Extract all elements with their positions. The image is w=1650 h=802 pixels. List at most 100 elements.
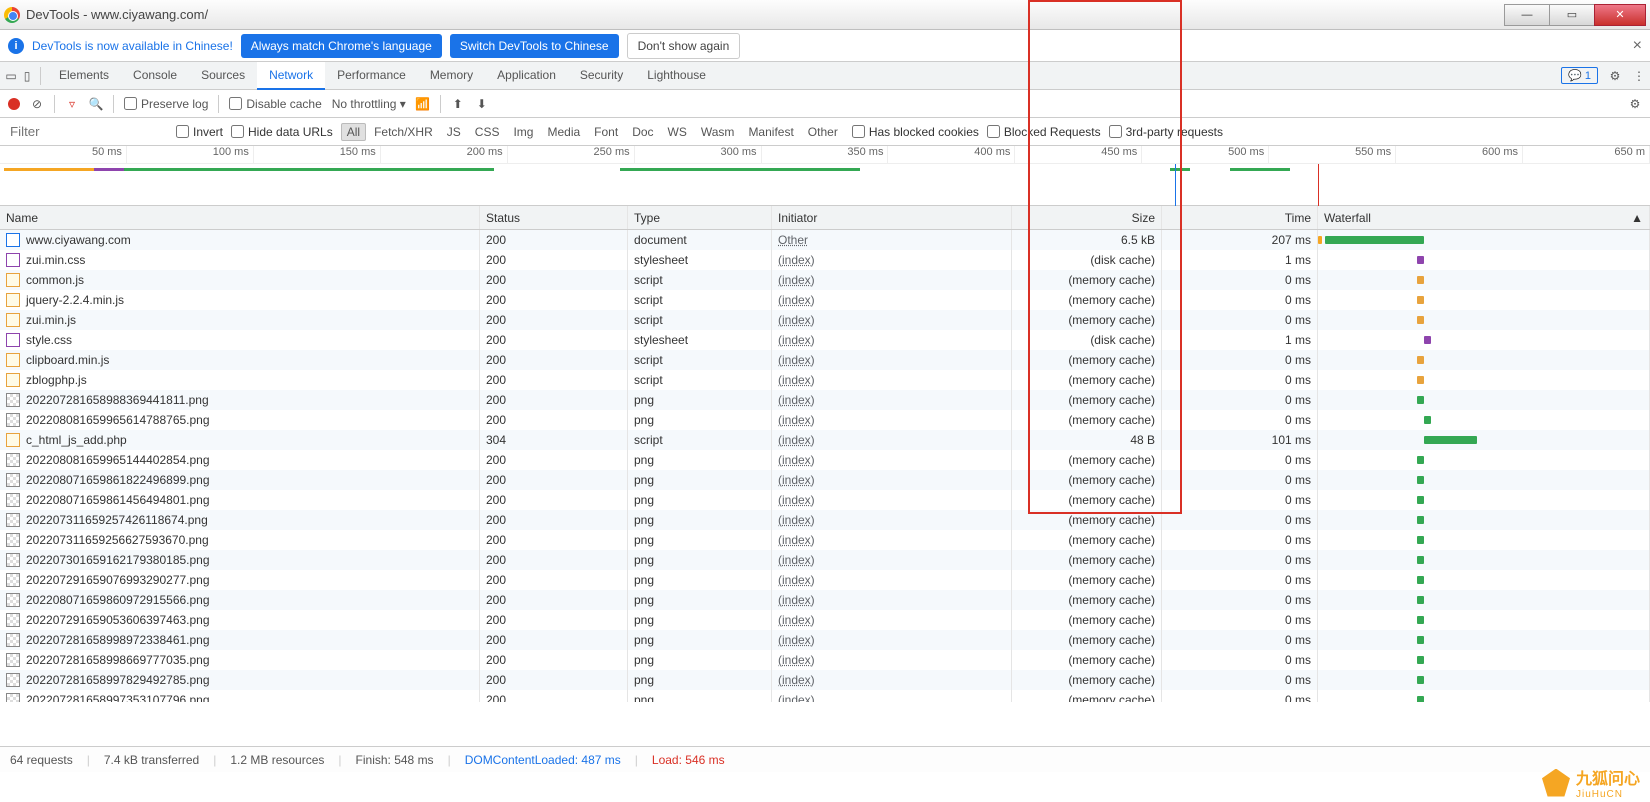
disable-cache-checkbox[interactable]: Disable cache	[229, 97, 321, 111]
wifi-icon[interactable]: 📶	[416, 97, 430, 111]
tab-application[interactable]: Application	[485, 62, 568, 90]
table-row[interactable]: 20220807165986145649480​1.png200png(inde…	[0, 490, 1650, 510]
request-initiator[interactable]: Other	[772, 230, 1012, 250]
timeline-overview[interactable]: 50 ms100 ms150 ms200 ms250 ms300 ms350 m…	[0, 146, 1650, 206]
request-initiator[interactable]: (index)	[772, 430, 1012, 450]
filter-type-font[interactable]: Font	[588, 123, 624, 141]
request-initiator[interactable]: (index)	[772, 610, 1012, 630]
tab-sources[interactable]: Sources	[189, 62, 257, 90]
table-row[interactable]: 20220728165899782949278​5.png200png(inde…	[0, 670, 1650, 690]
tab-performance[interactable]: Performance	[325, 62, 418, 90]
tab-network[interactable]: Network	[257, 62, 325, 90]
third-party-checkbox[interactable]: 3rd-party requests	[1109, 125, 1223, 139]
filter-type-ws[interactable]: WS	[662, 123, 693, 141]
table-row[interactable]: 20220807165986182249689​9.png200png(inde…	[0, 470, 1650, 490]
request-initiator[interactable]: (index)	[772, 630, 1012, 650]
device-toggle-icon[interactable]: ▯	[20, 69, 34, 83]
table-row[interactable]: 20220728165899735310779​6.png200png(inde…	[0, 690, 1650, 702]
request-initiator[interactable]: (index)	[772, 250, 1012, 270]
table-row[interactable]: common.js200script(index)(memory cache)0…	[0, 270, 1650, 290]
table-row[interactable]: 20220730165916217938018​5.png200png(inde…	[0, 550, 1650, 570]
col-type[interactable]: Type	[628, 206, 772, 229]
tab-elements[interactable]: Elements	[47, 62, 121, 90]
request-initiator[interactable]: (index)	[772, 590, 1012, 610]
table-row[interactable]: 20220728165899897233846​1.png200png(inde…	[0, 630, 1650, 650]
table-header[interactable]: Name Status Type Initiator Size Time Wat…	[0, 206, 1650, 230]
invert-checkbox[interactable]: Invert	[176, 125, 223, 139]
table-row[interactable]: zblogphp.js200script(index)(memory cache…	[0, 370, 1650, 390]
table-row[interactable]: zui.min.css200stylesheet(index)(disk cac…	[0, 250, 1650, 270]
col-initiator[interactable]: Initiator	[772, 206, 1012, 229]
preserve-log-checkbox[interactable]: Preserve log	[124, 97, 208, 111]
throttling-select[interactable]: No throttling ▾	[332, 97, 406, 111]
request-initiator[interactable]: (index)	[772, 390, 1012, 410]
filter-input[interactable]	[8, 120, 168, 143]
window-close-button[interactable]: ✕	[1594, 4, 1646, 26]
col-size[interactable]: Size	[1012, 206, 1162, 229]
tab-memory[interactable]: Memory	[418, 62, 485, 90]
table-row[interactable]: www.ciyawang.com200documentOther6.5 kB20…	[0, 230, 1650, 250]
import-har-icon[interactable]: ⬆	[451, 97, 465, 111]
request-initiator[interactable]: (index)	[772, 410, 1012, 430]
table-row[interactable]: c_html_js_add.php304script(index)48 B101…	[0, 430, 1650, 450]
filter-type-fetchxhr[interactable]: Fetch/XHR	[368, 123, 439, 141]
table-row[interactable]: 20220808165996514440285​4.png200png(inde…	[0, 450, 1650, 470]
request-initiator[interactable]: (index)	[772, 490, 1012, 510]
more-vert-icon[interactable]: ⋮	[1632, 69, 1646, 83]
table-row[interactable]: zui.min.js200script(index)(memory cache)…	[0, 310, 1650, 330]
clear-icon[interactable]: ⊘	[30, 97, 44, 111]
filter-type-wasm[interactable]: Wasm	[695, 123, 741, 141]
filter-type-media[interactable]: Media	[541, 123, 586, 141]
request-initiator[interactable]: (index)	[772, 350, 1012, 370]
tab-lighthouse[interactable]: Lighthouse	[635, 62, 718, 90]
request-initiator[interactable]: (index)	[772, 450, 1012, 470]
window-minimize-button[interactable]: —	[1504, 4, 1550, 26]
table-row[interactable]: style.css200stylesheet(index)(disk cache…	[0, 330, 1650, 350]
record-button[interactable]	[8, 98, 20, 110]
request-initiator[interactable]: (index)	[772, 670, 1012, 690]
filter-type-doc[interactable]: Doc	[626, 123, 659, 141]
request-initiator[interactable]: (index)	[772, 550, 1012, 570]
request-initiator[interactable]: (index)	[772, 510, 1012, 530]
table-row[interactable]: jquery-2.2.4.min.js200script(index)(memo…	[0, 290, 1650, 310]
export-har-icon[interactable]: ⬇	[475, 97, 489, 111]
network-settings-gear-icon[interactable]: ⚙	[1628, 97, 1642, 111]
tab-console[interactable]: Console	[121, 62, 189, 90]
hide-data-urls-checkbox[interactable]: Hide data URLs	[231, 125, 333, 139]
table-row[interactable]: 20220808165996561478876​5.png200png(inde…	[0, 410, 1650, 430]
console-messages-badge[interactable]: 💬 1	[1561, 67, 1598, 84]
table-row[interactable]: 20220731165925742611867​4.png200png(inde…	[0, 510, 1650, 530]
search-icon[interactable]: 🔍	[89, 97, 103, 111]
request-initiator[interactable]: (index)	[772, 470, 1012, 490]
request-initiator[interactable]: (index)	[772, 330, 1012, 350]
table-row[interactable]: 20220728165898836944181​1.png200png(inde…	[0, 390, 1650, 410]
col-time[interactable]: Time	[1162, 206, 1318, 229]
tab-security[interactable]: Security	[568, 62, 635, 90]
col-name[interactable]: Name	[0, 206, 480, 229]
request-initiator[interactable]: (index)	[772, 570, 1012, 590]
table-row[interactable]: 20220807165986097291556​6.png200png(inde…	[0, 590, 1650, 610]
request-initiator[interactable]: (index)	[772, 650, 1012, 670]
always-match-language-button[interactable]: Always match Chrome's language	[241, 34, 442, 58]
filter-funnel-icon[interactable]: ▿	[65, 97, 79, 111]
request-initiator[interactable]: (index)	[772, 370, 1012, 390]
table-row[interactable]: clipboard.min.js200script(index)(memory …	[0, 350, 1650, 370]
table-row[interactable]: 20220731165925662759367​0.png200png(inde…	[0, 530, 1650, 550]
filter-type-css[interactable]: CSS	[469, 123, 506, 141]
has-blocked-cookies-checkbox[interactable]: Has blocked cookies	[852, 125, 979, 139]
filter-type-js[interactable]: JS	[441, 123, 467, 141]
table-row[interactable]: 20220728165899866977703​5.png200png(inde…	[0, 650, 1650, 670]
request-initiator[interactable]: (index)	[772, 270, 1012, 290]
dont-show-again-button[interactable]: Don't show again	[627, 33, 741, 59]
col-status[interactable]: Status	[480, 206, 628, 229]
table-row[interactable]: 20220729165907699329027​7.png200png(inde…	[0, 570, 1650, 590]
infobar-close-icon[interactable]: ×	[1633, 37, 1642, 55]
request-initiator[interactable]: (index)	[772, 290, 1012, 310]
filter-type-manifest[interactable]: Manifest	[742, 123, 799, 141]
window-maximize-button[interactable]: ▭	[1549, 4, 1595, 26]
switch-to-chinese-button[interactable]: Switch DevTools to Chinese	[450, 34, 619, 58]
filter-type-all[interactable]: All	[341, 123, 366, 141]
blocked-requests-checkbox[interactable]: Blocked Requests	[987, 125, 1101, 139]
request-initiator[interactable]: (index)	[772, 530, 1012, 550]
filter-type-img[interactable]: Img	[507, 123, 539, 141]
